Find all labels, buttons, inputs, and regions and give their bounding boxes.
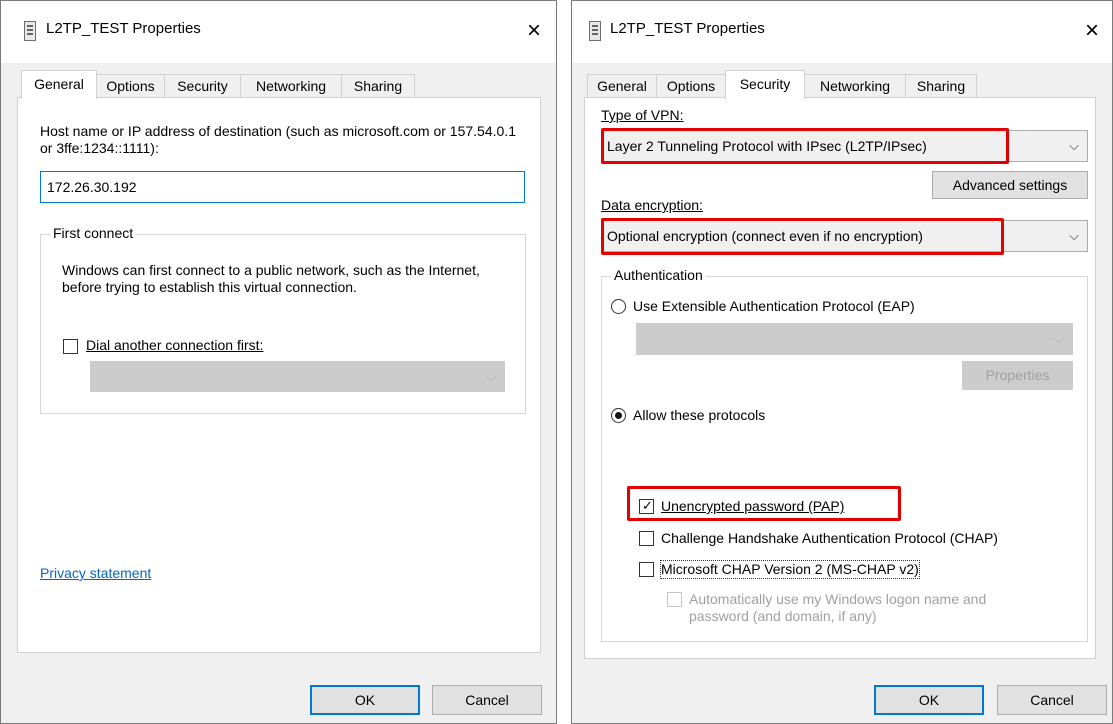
pap-highlight xyxy=(627,486,901,521)
tab-general[interactable]: General xyxy=(21,70,97,99)
tab-security[interactable]: Security xyxy=(725,70,805,99)
chevron-down-icon: ⌵ xyxy=(1069,228,1079,243)
mschap-label: Microsoft CHAP Version 2 (MS-CHAP v2) xyxy=(660,560,920,579)
tab-security[interactable]: Security xyxy=(164,74,241,98)
left-properties-dialog: L2TP_TEST Properties × General Options S… xyxy=(0,0,557,724)
chevron-down-icon: ⌵ xyxy=(1054,331,1064,346)
general-tab-panel: Host name or IP address of destination (… xyxy=(17,97,541,653)
left-title-bar[interactable]: L2TP_TEST Properties × xyxy=(1,1,556,63)
host-name-input[interactable]: 172.26.30.192 xyxy=(40,171,525,203)
host-name-label: Host name or IP address of destination (… xyxy=(40,123,516,156)
tab-networking[interactable]: Networking xyxy=(240,74,342,98)
first-connect-description: Windows can first connect to a public ne… xyxy=(62,262,480,295)
chevron-down-icon: ⌵ xyxy=(486,369,496,384)
radio-selected-dot xyxy=(615,412,622,419)
right-close-button[interactable]: × xyxy=(1077,13,1107,49)
tab-sharing[interactable]: Sharing xyxy=(905,74,977,98)
tab-options[interactable]: Options xyxy=(96,74,165,98)
connection-file-icon xyxy=(24,21,36,41)
tab-sharing[interactable]: Sharing xyxy=(341,74,415,98)
allow-protocols-label: Allow these protocols xyxy=(633,407,766,423)
right-ok-button[interactable]: OK xyxy=(874,685,984,715)
eap-method-dropdown[interactable]: ⌵ xyxy=(636,323,1073,355)
authentication-legend: Authentication xyxy=(611,267,706,284)
advanced-settings-button[interactable]: Advanced settings xyxy=(932,171,1088,199)
vpn-type-label: Type of VPN: xyxy=(601,107,684,123)
allow-protocols-radio[interactable] xyxy=(611,408,626,423)
right-cancel-button[interactable]: Cancel xyxy=(997,685,1107,715)
first-connect-legend: First connect xyxy=(50,225,137,242)
dialog-gap xyxy=(557,0,571,724)
vpn-type-highlight xyxy=(601,128,1009,164)
privacy-statement-link[interactable]: Privacy statement xyxy=(40,565,151,581)
dial-first-dropdown[interactable]: ⌵ xyxy=(90,361,505,392)
dial-first-label: Dial another connection first: xyxy=(86,337,264,353)
eap-properties-button[interactable]: Properties xyxy=(962,361,1073,390)
left-ok-button[interactable]: OK xyxy=(310,685,420,715)
eap-radio[interactable] xyxy=(611,299,626,314)
mschap-checkbox[interactable] xyxy=(639,562,654,577)
right-title-bar[interactable]: L2TP_TEST Properties × xyxy=(572,1,1112,63)
chap-checkbox[interactable] xyxy=(639,531,654,546)
auto-logon-checkbox[interactable] xyxy=(667,592,682,607)
tab-general[interactable]: General xyxy=(587,74,657,98)
chevron-down-icon: ⌵ xyxy=(1069,138,1079,153)
security-tab-panel: Type of VPN: Layer 2 Tunneling Protocol … xyxy=(584,97,1096,659)
tab-options[interactable]: Options xyxy=(656,74,726,98)
left-dialog-title: L2TP_TEST Properties xyxy=(46,20,201,37)
authentication-group: Authentication Use Extensible Authentica… xyxy=(601,267,1088,642)
chap-label: Challenge Handshake Authentication Proto… xyxy=(661,530,998,546)
left-cancel-button[interactable]: Cancel xyxy=(432,685,542,715)
eap-label: Use Extensible Authentication Protocol (… xyxy=(633,298,915,314)
first-connect-group: First connect Windows can first connect … xyxy=(40,225,526,414)
left-close-button[interactable]: × xyxy=(519,13,549,49)
right-dialog-title: L2TP_TEST Properties xyxy=(610,20,765,37)
tab-networking[interactable]: Networking xyxy=(804,74,906,98)
data-encryption-highlight xyxy=(601,218,1004,255)
connection-file-icon xyxy=(589,21,601,41)
data-encryption-label: Data encryption: xyxy=(601,197,703,213)
auto-logon-label: Automatically use my Windows logon name … xyxy=(689,591,987,624)
dial-first-checkbox[interactable] xyxy=(63,339,78,354)
right-properties-dialog: L2TP_TEST Properties × General Options S… xyxy=(571,0,1113,724)
